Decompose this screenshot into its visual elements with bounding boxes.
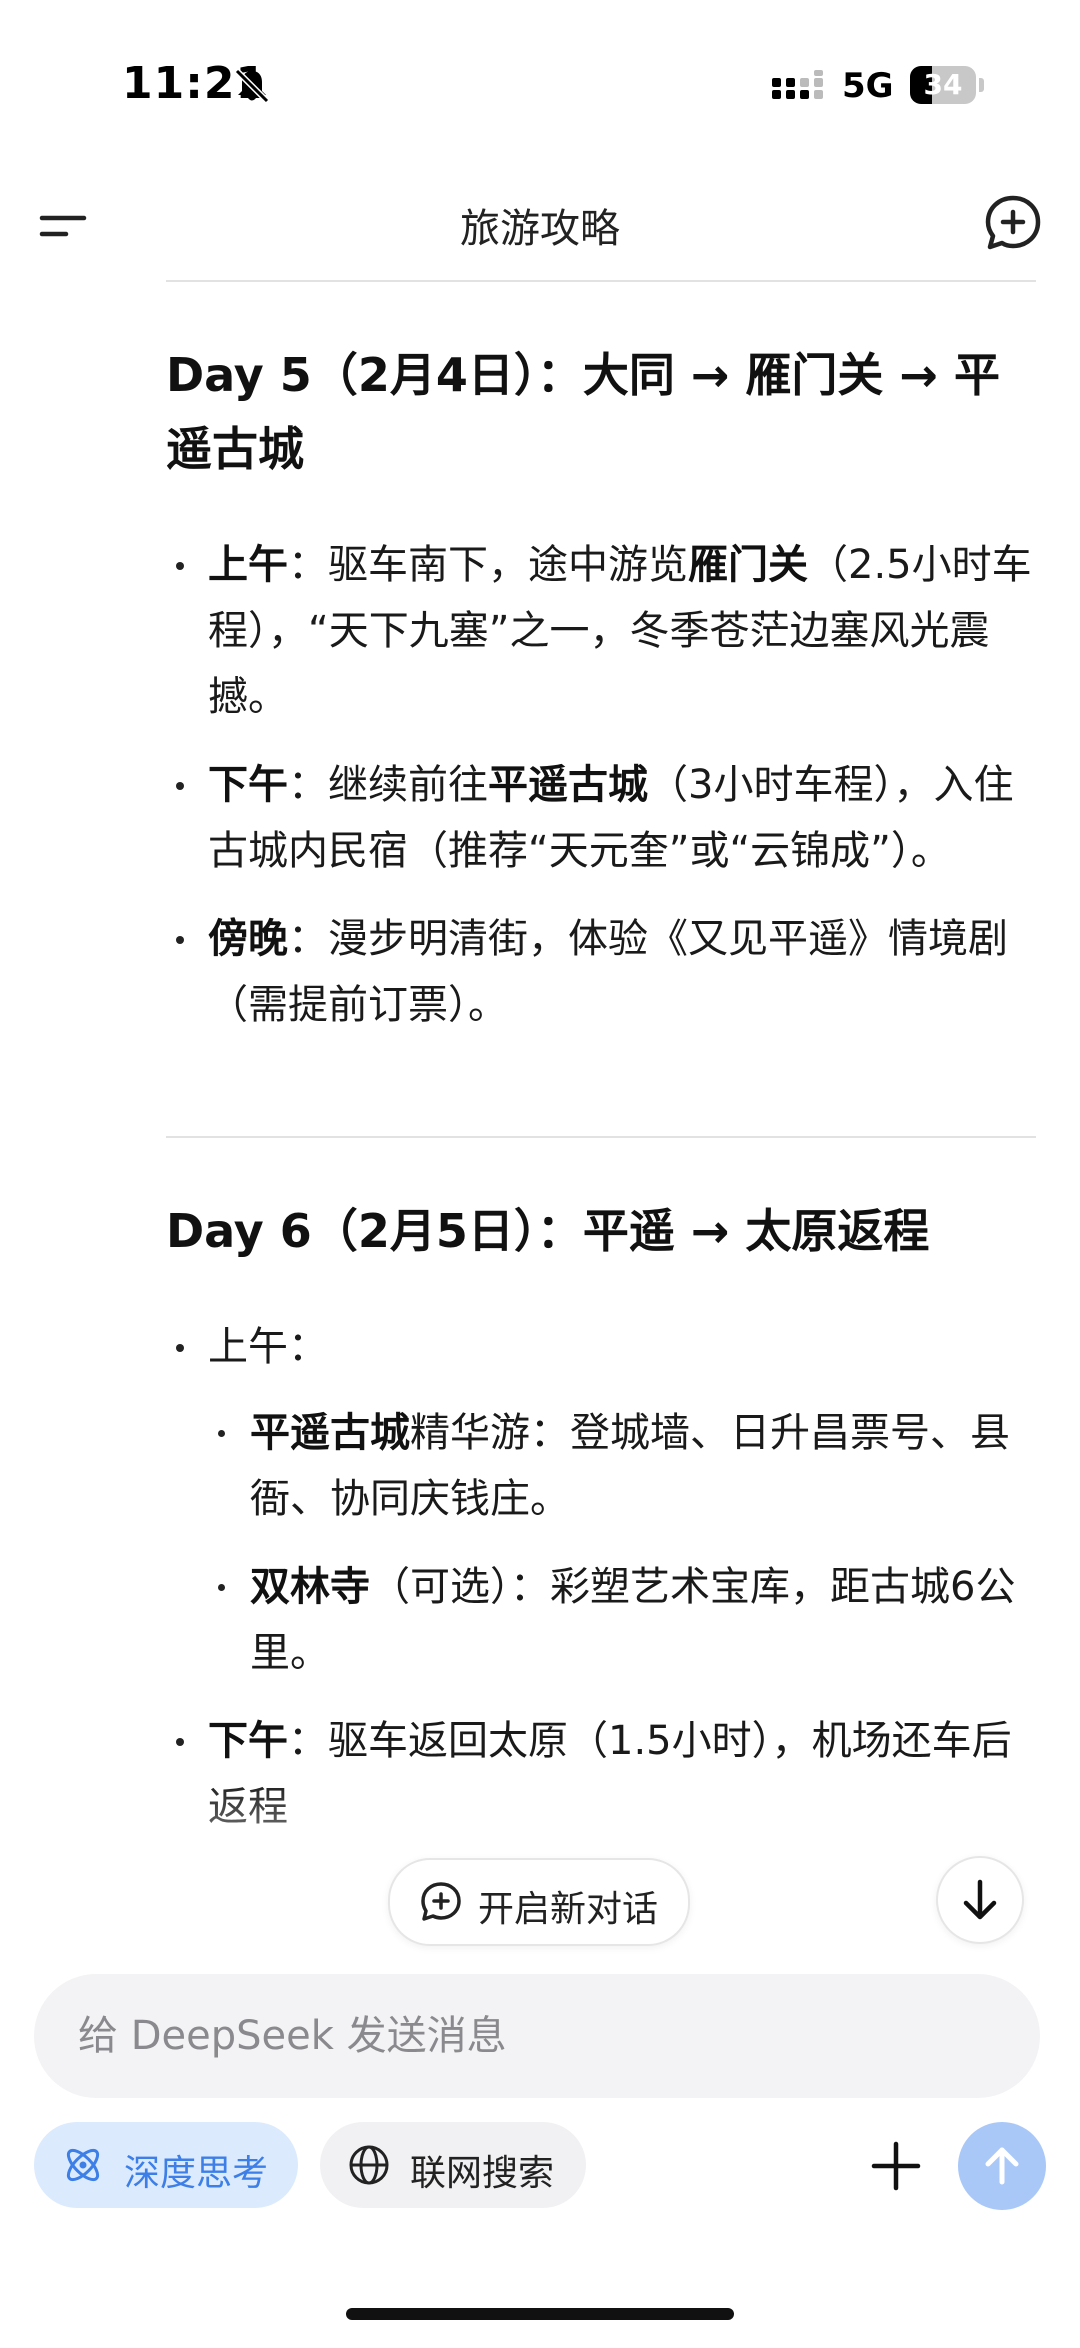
item-label: 傍晚 xyxy=(208,916,288,962)
chat-message-content: Day 5（2月4日）：大同 → 雁门关 → 平遥古城 上午：驱车南下，途中游览… xyxy=(166,280,1036,1920)
item-label: 上午 xyxy=(208,1324,288,1370)
signal-icon xyxy=(772,70,823,99)
item-highlight: 双林寺 xyxy=(250,1564,370,1610)
new-chat-icon xyxy=(985,195,1041,250)
new-chat-icon xyxy=(421,1882,461,1921)
item-highlight: 雁门关 xyxy=(688,542,808,588)
arrow-up-icon xyxy=(985,2147,1019,2185)
item-text: 继续前往 xyxy=(328,762,488,808)
home-indicator xyxy=(346,2308,734,2320)
item-separator: ： xyxy=(288,1324,328,1370)
list-item: 上午： 平遥古城精华游：登城墙、日升昌票号、县衙、协同庆钱庄。 双林寺（可选）：… xyxy=(166,1314,1036,1686)
sub-list-item: 双林寺（可选）：彩塑艺术宝库，距古城6公里。 xyxy=(208,1554,1036,1686)
web-search-toggle[interactable]: 联网搜索 xyxy=(320,2122,586,2208)
item-highlight: 平遥古城 xyxy=(488,762,648,808)
sub-list-item: 平遥古城精华游：登城墙、日升昌票号、县衙、协同庆钱庄。 xyxy=(208,1400,1036,1532)
start-new-chat-button[interactable]: 开启新对话 xyxy=(388,1858,690,1946)
plus-icon xyxy=(871,2141,921,2191)
page-title: 旅游攻略 xyxy=(460,206,620,252)
divider xyxy=(166,280,1036,282)
new-chat-button[interactable] xyxy=(980,190,1046,256)
item-text: 漫步明清街，体验《又见平遥》情境剧（需提前订票）。 xyxy=(208,916,1008,1028)
send-button[interactable] xyxy=(958,2122,1046,2210)
item-text: 驱车南下，途中游览 xyxy=(328,542,688,588)
list-item: 傍晚：漫步明清街，体验《又见平遥》情境剧（需提前订票）。 xyxy=(166,906,1036,1038)
message-input[interactable] xyxy=(34,1974,1040,2098)
morning-sub-list: 平遥古城精华游：登城墙、日升昌票号、县衙、协同庆钱庄。 双林寺（可选）：彩塑艺术… xyxy=(208,1400,1036,1686)
day6-list: 上午： 平遥古城精华游：登城墙、日升昌票号、县衙、协同庆钱庄。 双林寺（可选）：… xyxy=(166,1314,1036,1840)
web-search-label: 联网搜索 xyxy=(410,2153,555,2194)
status-bar: 11:21 5G 34 xyxy=(0,0,1080,150)
item-separator: ： xyxy=(288,542,328,588)
battery-percent: 34 xyxy=(923,68,963,101)
deep-think-label: 深度思考 xyxy=(124,2153,269,2194)
battery-tip xyxy=(979,78,984,92)
battery-indicator: 34 xyxy=(910,66,976,104)
attach-button[interactable] xyxy=(862,2132,930,2200)
item-highlight: 平遥古城 xyxy=(250,1410,410,1456)
list-item: 上午：驱车南下，途中游览雁门关（2.5小时车程），“天下九塞”之一，冬季苍茫边塞… xyxy=(166,532,1036,730)
arrow-down-icon xyxy=(963,1879,997,1920)
bell-slash-icon xyxy=(234,68,270,104)
divider xyxy=(166,1136,1036,1138)
globe-icon xyxy=(349,2145,389,2185)
atom-icon xyxy=(66,2148,100,2182)
item-label: 上午 xyxy=(208,542,288,588)
list-item: 下午：继续前往平遥古城（3小时车程），入住古城内民宿（推荐“天元奎”或“云锦成”… xyxy=(166,752,1036,884)
deep-think-toggle[interactable]: 深度思考 xyxy=(34,2122,298,2208)
item-label: 下午 xyxy=(208,762,288,808)
list-item: 下午：驱车返回太原（1.5小时），机场还车后返程 xyxy=(166,1708,1036,1840)
start-new-chat-label: 开启新对话 xyxy=(478,1889,659,1930)
day5-list: 上午：驱车南下，途中游览雁门关（2.5小时车程），“天下九塞”之一，冬季苍茫边塞… xyxy=(166,532,1036,1038)
item-label: 下午 xyxy=(208,1718,288,1764)
section-title-day6: Day 6（2月5日）：平遥 → 太原返程 xyxy=(166,1204,930,1258)
item-text: 驱车返回太原（1.5小时），机场还车后返程 xyxy=(208,1718,1012,1830)
item-separator: ： xyxy=(288,916,328,962)
item-separator: ： xyxy=(288,762,328,808)
app-header: 旅游攻略 xyxy=(0,170,1080,280)
item-separator: ： xyxy=(288,1718,328,1764)
scroll-down-button[interactable] xyxy=(936,1856,1024,1944)
section-title-day5: Day 5（2月4日）：大同 → 雁门关 → 平遥古城 xyxy=(166,348,1000,476)
network-label: 5G xyxy=(842,66,894,106)
